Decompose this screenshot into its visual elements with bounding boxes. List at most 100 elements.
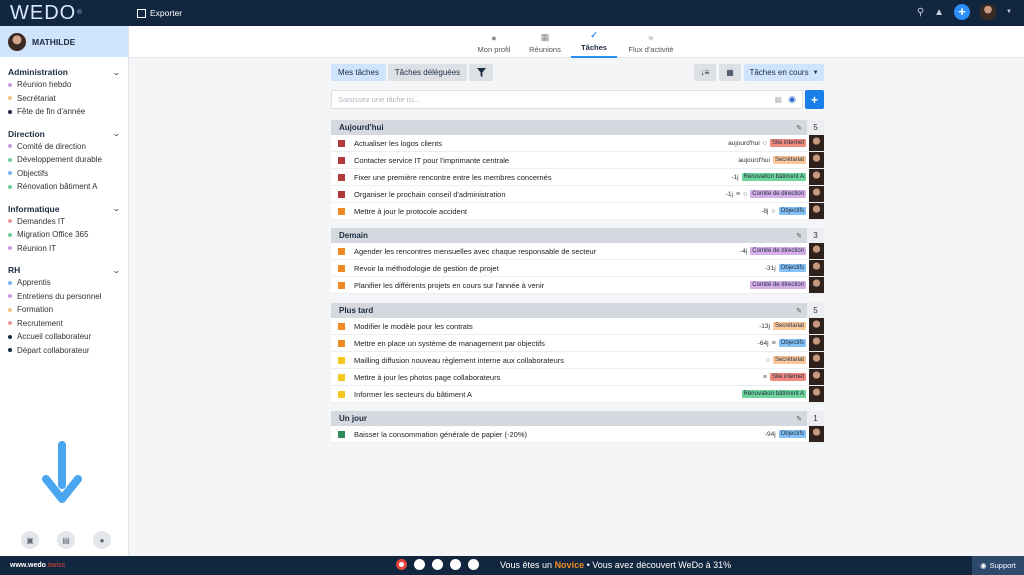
step-dot[interactable] — [414, 559, 425, 570]
task-tag[interactable]: Comité de direction — [750, 190, 806, 198]
pin-icon[interactable]: ✎ — [796, 415, 802, 423]
assignee-avatar[interactable] — [809, 386, 824, 402]
sidebar-item[interactable]: Fête de fin d'année — [8, 105, 120, 119]
priority-square-icon[interactable] — [338, 156, 345, 164]
grid-view-button[interactable]: ▦ — [719, 64, 741, 81]
assignee-avatar[interactable] — [809, 169, 824, 185]
task-tag[interactable]: Secrétariat — [772, 356, 806, 364]
chevron-down-icon[interactable]: ▼ — [1006, 9, 1012, 15]
add-icon[interactable]: + — [954, 4, 971, 20]
task-row[interactable]: Baisser la consommation générale de papi… — [331, 426, 824, 443]
briefcase-icon[interactable]: ▣ — [21, 531, 39, 549]
step-dot[interactable] — [450, 559, 461, 570]
step-dot[interactable] — [432, 559, 443, 570]
tab-activity-feed[interactable]: ≈ Flux d'activité — [623, 26, 679, 58]
priority-square-icon[interactable] — [338, 247, 345, 255]
export-button[interactable]: Exporter — [137, 8, 182, 18]
assignee-avatar[interactable] — [809, 152, 824, 168]
my-tasks-button[interactable]: Mes tâches — [331, 64, 386, 81]
add-task-button[interactable]: + — [805, 90, 824, 109]
support-button[interactable]: ◉ Support — [972, 556, 1024, 575]
task-tag[interactable]: Secrétariat — [772, 322, 806, 330]
sidebar-group-title[interactable]: Administration ⌄ — [8, 66, 121, 78]
sidebar-item[interactable]: Formation — [8, 303, 120, 317]
priority-square-icon[interactable] — [338, 390, 345, 398]
task-tag[interactable]: Objectifs — [778, 264, 806, 272]
tab-meetings[interactable]: ▦ Réunions — [523, 26, 567, 58]
eye-icon[interactable]: ◉ — [788, 94, 796, 105]
avatar[interactable] — [980, 4, 997, 20]
assignee-avatar[interactable] — [809, 426, 824, 442]
sidebar-item[interactable]: Migration Office 365 — [8, 228, 120, 242]
assignee-avatar[interactable] — [809, 277, 824, 293]
assignee-avatar[interactable] — [809, 369, 824, 385]
task-tag[interactable]: Site internet — [769, 139, 806, 147]
chevron-down-icon[interactable]: ⌄ — [112, 129, 121, 138]
search-icon[interactable]: ⚲ — [917, 7, 924, 18]
task-tag[interactable]: Rénovation bâtiment A — [741, 173, 806, 181]
section-header[interactable]: Aujourd'hui ✎ 5 — [331, 120, 824, 135]
priority-square-icon[interactable] — [338, 139, 345, 147]
step-dot[interactable] — [396, 559, 407, 570]
assignee-avatar[interactable] — [809, 186, 824, 202]
tab-tasks[interactable]: ✓ Tâches — [571, 26, 617, 58]
assignee-avatar[interactable] — [809, 352, 824, 368]
assignee-avatar[interactable] — [809, 318, 824, 334]
chevron-down-icon[interactable]: ⌄ — [112, 266, 121, 275]
task-row[interactable]: Fixer une première rencontre entre les m… — [331, 169, 824, 186]
task-tag[interactable]: Objectifs — [778, 430, 806, 438]
task-row[interactable]: Mettre à jour le protocole accident -8j … — [331, 203, 824, 220]
wedo-logo[interactable]: WEDO ® — [0, 0, 129, 26]
priority-square-icon[interactable] — [338, 322, 345, 330]
sidebar-item[interactable]: Entretiens du personnel — [8, 290, 120, 304]
delegated-tasks-button[interactable]: Tâches déléguées — [388, 64, 467, 81]
task-row[interactable]: Actualiser les logos clients aujourd'hui… — [331, 135, 824, 152]
sidebar-item[interactable]: Objectifs — [8, 167, 120, 181]
chevron-down-icon[interactable]: ⌄ — [112, 204, 121, 213]
task-tag[interactable]: Objectifs — [778, 207, 806, 215]
priority-square-icon[interactable] — [338, 373, 345, 381]
filter-button[interactable] — [469, 64, 493, 81]
task-tag[interactable]: Comité de direction — [750, 281, 806, 289]
sidebar-item[interactable]: Secrétariat — [8, 92, 120, 106]
task-tag[interactable]: Site internet — [769, 373, 806, 381]
section-header[interactable]: Un jour ✎ 1 — [331, 411, 824, 426]
section-header[interactable]: Demain ✎ 3 — [331, 228, 824, 243]
task-tag[interactable]: Objectifs — [778, 339, 806, 347]
priority-square-icon[interactable] — [338, 264, 345, 272]
chevron-down-icon[interactable]: ⌄ — [112, 68, 121, 77]
user-bar[interactable]: MATHILDE — [0, 26, 128, 57]
section-header[interactable]: Plus tard ✎ 5 — [331, 303, 824, 318]
pin-icon[interactable]: ✎ — [796, 124, 802, 132]
task-row[interactable]: Agender les rencontres mensuelles avec c… — [331, 243, 824, 260]
task-row[interactable]: Modifier le modèle pour les contrats -13… — [331, 318, 824, 335]
assignee-avatar[interactable] — [809, 260, 824, 276]
task-row[interactable]: Organiser le prochain conseil d'administ… — [331, 186, 824, 203]
sidebar-item[interactable]: Accueil collaborateur — [8, 330, 120, 344]
new-task-input[interactable] — [338, 95, 758, 104]
sidebar-group-title[interactable]: RH ⌄ — [8, 264, 121, 276]
bell-icon[interactable]: ▲ — [934, 7, 944, 18]
task-row[interactable]: Planifier les différents projets en cour… — [331, 277, 824, 294]
sidebar-item[interactable]: Départ collaborateur — [8, 344, 120, 358]
pin-icon[interactable]: ✎ — [796, 307, 802, 315]
task-row[interactable]: Mettre à jour les photos page collaborat… — [331, 369, 824, 386]
site-link[interactable]: www.wedo.swiss — [10, 562, 65, 569]
pin-icon[interactable]: ✎ — [796, 232, 802, 240]
step-dot[interactable] — [468, 559, 479, 570]
priority-square-icon[interactable] — [338, 173, 345, 181]
task-tag[interactable]: Rénovation bâtiment A — [741, 390, 806, 398]
assignee-avatar[interactable] — [809, 335, 824, 351]
sidebar-item[interactable]: Demandes IT — [8, 215, 120, 229]
priority-square-icon[interactable] — [338, 356, 345, 364]
sidebar-group-title[interactable]: Informatique ⌄ — [8, 203, 121, 215]
task-row[interactable]: Contacter service IT pour l'imprimante c… — [331, 152, 824, 169]
sidebar-item[interactable]: Réunion hebdo — [8, 78, 120, 92]
task-row[interactable]: Revoir la méthodologie de gestion de pro… — [331, 260, 824, 277]
sidebar-item[interactable]: Recrutement — [8, 317, 120, 331]
sidebar-item[interactable]: Réunion IT — [8, 242, 120, 256]
task-row[interactable]: Informer les secteurs du bâtiment A Réno… — [331, 386, 824, 403]
sidebar-item[interactable]: Rénovation bâtiment A — [8, 180, 120, 194]
assignee-avatar[interactable] — [809, 135, 824, 151]
task-row[interactable]: Mettre en place un système de management… — [331, 335, 824, 352]
